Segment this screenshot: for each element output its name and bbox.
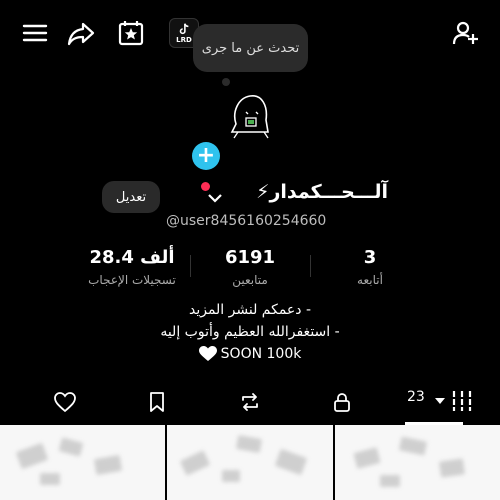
bio-line-1: - دعمكم لنشر المزيد — [188, 302, 312, 318]
bookmark-icon — [150, 392, 164, 412]
badge-label: LRD — [176, 36, 192, 44]
bio-line-3-text: SOON 100k — [220, 346, 302, 362]
chevron-down-icon[interactable] — [205, 190, 225, 206]
tiktok-icon — [179, 23, 189, 35]
followers-label: متابعين — [232, 273, 268, 287]
note-bubble[interactable]: تحدث عن ما جرى — [193, 24, 308, 72]
grid-icon — [452, 391, 472, 411]
video-count: 23 — [407, 389, 425, 405]
likes-label: تسجيلات الإعجاب — [88, 273, 176, 287]
video-thumbnail[interactable] — [334, 425, 500, 500]
display-name: آلـــحـــكمدار⚡ — [256, 181, 388, 203]
tab-videos[interactable]: 23 — [405, 380, 485, 424]
following-stat[interactable]: 3 أتابعه — [330, 245, 410, 295]
video-thumbnail[interactable] — [0, 425, 166, 500]
bio-line-2: - استغفرالله العظيم وأتوب إليه — [160, 324, 340, 340]
share-icon[interactable] — [66, 18, 96, 48]
repost-icon — [242, 393, 258, 411]
edit-profile-button[interactable]: تعديل — [102, 181, 160, 213]
bubble-tail — [222, 78, 230, 86]
bio-line-3: SOON 100k — [100, 346, 400, 362]
note-bubble-text: تحدث عن ما جرى — [201, 40, 300, 56]
tab-liked[interactable] — [43, 380, 87, 424]
followers-count: 6191 — [224, 247, 276, 268]
tab-private[interactable] — [320, 380, 364, 424]
caret-down-icon[interactable] — [435, 398, 445, 404]
following-label: أتابعه — [357, 273, 383, 287]
menu-icon[interactable] — [20, 18, 50, 48]
lock-icon — [334, 393, 350, 412]
add-friend-icon[interactable] — [450, 18, 480, 48]
tab-reposts[interactable] — [228, 380, 272, 424]
tab-saved[interactable] — [135, 380, 179, 424]
white-heart-icon — [198, 346, 217, 361]
calendar-star-icon[interactable] — [116, 18, 146, 48]
divider — [190, 255, 191, 277]
likes-stat[interactable]: 28.4 ألف تسجيلات الإعجاب — [72, 245, 192, 295]
username: @user8456160254660 — [166, 213, 327, 229]
content-tabbar: 23 — [0, 380, 500, 424]
add-story-button[interactable]: + — [192, 142, 220, 170]
edit-profile-label: تعديل — [115, 189, 147, 205]
followers-stat[interactable]: 6191 متابعين — [205, 245, 295, 295]
video-thumbnail[interactable] — [167, 425, 333, 500]
likes-count: 28.4 ألف — [89, 247, 175, 268]
divider — [310, 255, 311, 277]
video-grid — [0, 425, 500, 500]
following-count: 3 — [363, 247, 377, 268]
heart-outline-icon — [54, 392, 76, 413]
